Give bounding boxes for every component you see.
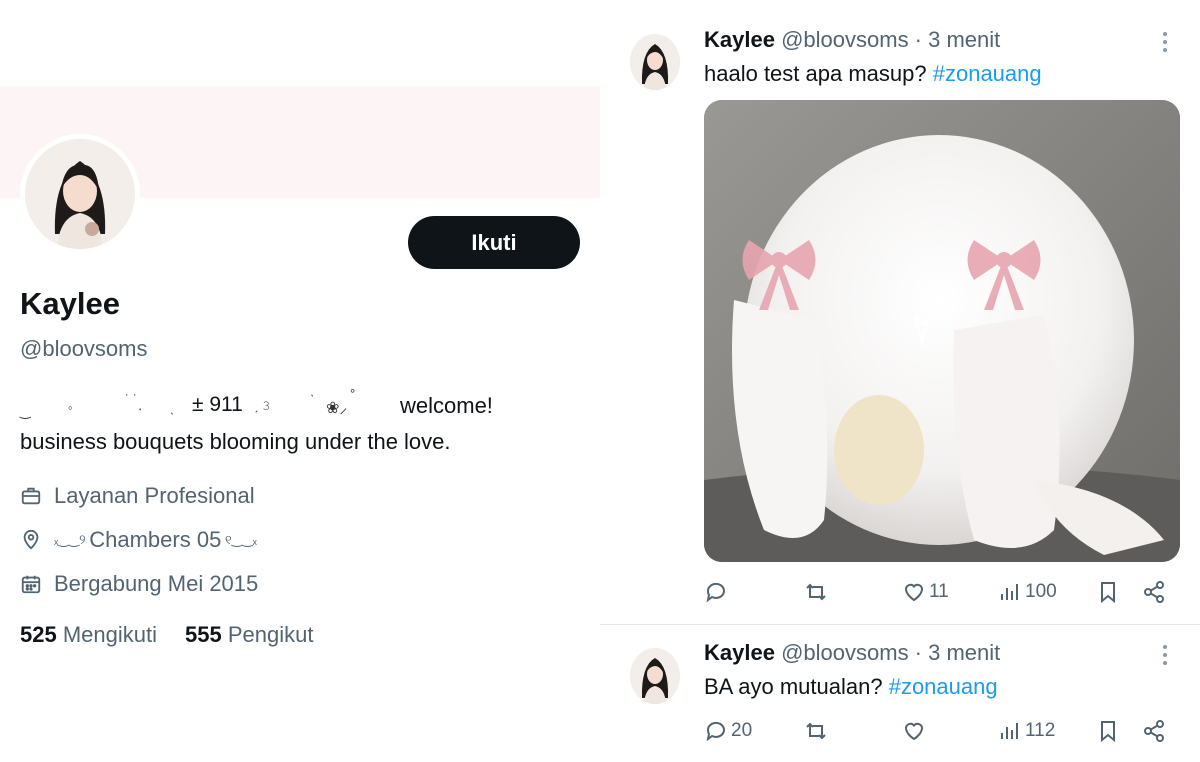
tweet-feed: Kaylee @bloovsoms · 3 menit haalo test a… xyxy=(600,0,1200,762)
tweet-author-name[interactable]: Kaylee xyxy=(704,27,775,52)
share-button[interactable] xyxy=(1142,719,1166,743)
share-icon xyxy=(1144,581,1164,603)
tweet-handle-time: @bloovsoms · 3 menit xyxy=(781,640,1001,665)
views-count: 112 xyxy=(1025,720,1056,741)
retweet-icon xyxy=(806,722,826,740)
reply-button[interactable] xyxy=(704,580,731,604)
views-count: 100 xyxy=(1025,581,1057,602)
retweet-icon xyxy=(806,583,826,601)
hashtag-link[interactable]: #zonauang xyxy=(933,61,1042,86)
reply-icon xyxy=(706,721,725,742)
bio-line-2: business bouquets blooming under the lov… xyxy=(20,429,451,454)
hashtag-link[interactable]: #zonauang xyxy=(889,674,998,699)
tweet-text: BA ayo mutualan? #zonauang xyxy=(704,674,998,700)
share-button[interactable] xyxy=(1142,580,1166,604)
tweet-text: haalo test apa masup? #zonauang xyxy=(704,61,1042,87)
reply-icon xyxy=(706,582,725,603)
retweet-button[interactable] xyxy=(804,580,828,604)
tweet-actions: 11 100 xyxy=(704,580,1174,614)
category-label: Layanan Profesional xyxy=(54,483,255,508)
decor-glyphs: ˋ xyxy=(310,392,315,407)
followers-label: Pengikut xyxy=(227,622,314,647)
profile-display-name: Kaylee xyxy=(20,286,120,321)
decor-glyphs: ୧‿‿ₓ xyxy=(221,532,257,547)
profile-handle: @bloovsoms xyxy=(20,336,148,361)
tweet[interactable]: Kaylee @bloovsoms · 3 menit BA ayo mutua… xyxy=(600,625,1200,762)
views-button[interactable]: 100 xyxy=(998,580,1057,604)
bio-welcome: welcome! xyxy=(400,393,493,418)
tweet-body: BA ayo mutualan? xyxy=(704,674,883,699)
bunny-photo xyxy=(704,100,1180,562)
decor-glyphs: ⋅ xyxy=(138,402,143,417)
bookmark-button[interactable] xyxy=(1096,580,1120,604)
views-icon xyxy=(1001,584,1018,600)
decor-glyphs: ◦ xyxy=(68,400,73,415)
decor-glyphs: ˎ xyxy=(170,400,175,415)
more-options-icon[interactable] xyxy=(1160,643,1170,667)
reply-button[interactable]: 20 xyxy=(704,719,752,743)
bookmark-icon xyxy=(1101,721,1115,743)
joined-label: Bergabung Mei 2015 xyxy=(54,571,259,596)
decor-glyphs: ‿ xyxy=(20,404,31,419)
like-count: 11 xyxy=(929,581,949,602)
profile-avatar[interactable] xyxy=(20,134,140,254)
bio-line-1: ‿ ◦ ˙ ˙ ⋅ ˎ ± 911 ˏ 𝟹 ˋ ❀⸝ ° welcome! xyxy=(20,386,580,422)
tweet-actions: 20 112 xyxy=(704,719,1174,753)
views-button[interactable]: 112 xyxy=(998,719,1055,743)
followers-count: 555 xyxy=(185,622,222,647)
tweet-header: Kaylee @bloovsoms · 3 menit xyxy=(704,27,1000,53)
like-button[interactable]: 11 xyxy=(902,580,949,604)
profile-joined: Bergabung Mei 2015 xyxy=(20,569,258,599)
briefcase-icon xyxy=(21,487,41,505)
more-options-icon[interactable] xyxy=(1160,30,1170,54)
following-label: Mengikuti xyxy=(62,622,157,647)
reply-count: 20 xyxy=(731,720,753,741)
flower-icon: ❀⸝ xyxy=(326,400,348,417)
like-icon xyxy=(904,583,924,602)
share-icon xyxy=(1144,720,1164,742)
decor-glyphs: ˙ ˙ xyxy=(125,392,138,407)
profile-panel: Ikuti Kaylee @bloovsoms ‿ ◦ ˙ ˙ ⋅ ˎ ± 91… xyxy=(0,0,600,762)
tweet-author-name[interactable]: Kaylee xyxy=(704,640,775,665)
follow-button[interactable]: Ikuti xyxy=(408,216,580,269)
calendar-icon xyxy=(21,575,41,594)
location-label: Chambers 05 xyxy=(89,527,222,552)
bookmark-button[interactable] xyxy=(1096,719,1120,743)
decor-glyphs: ˏ 𝟹 xyxy=(254,398,271,413)
tweet-media-image[interactable] xyxy=(704,100,1180,562)
like-icon xyxy=(904,722,924,741)
tweet-header: Kaylee @bloovsoms · 3 menit xyxy=(704,640,1000,666)
like-button[interactable] xyxy=(902,719,929,743)
following-link[interactable]: 525 Mengikuti xyxy=(20,622,157,648)
tweet-body: haalo test apa masup? xyxy=(704,61,927,86)
profile-location: ₓ‿‿୨ Chambers 05 ୧‿‿ₓ xyxy=(20,525,257,555)
bio-number: ± 911 xyxy=(192,393,243,416)
decor-glyphs: ₓ‿‿୨ xyxy=(54,532,90,547)
location-pin-icon xyxy=(23,529,39,550)
bookmark-icon xyxy=(1101,582,1115,604)
retweet-button[interactable] xyxy=(804,719,828,743)
tweet-handle-time: @bloovsoms · 3 menit xyxy=(781,27,1001,52)
tweet-avatar[interactable] xyxy=(630,648,680,704)
tweet-avatar[interactable] xyxy=(630,34,680,90)
tweet[interactable]: Kaylee @bloovsoms · 3 menit haalo test a… xyxy=(600,0,1200,624)
following-count: 525 xyxy=(20,622,57,647)
followers-link[interactable]: 555 Pengikut xyxy=(185,622,313,648)
profile-category[interactable]: Layanan Profesional xyxy=(20,481,255,511)
views-icon xyxy=(1001,723,1018,739)
follow-counts: 525 Mengikuti 555 Pengikut xyxy=(20,622,313,648)
decor-glyphs: ° xyxy=(350,386,356,401)
